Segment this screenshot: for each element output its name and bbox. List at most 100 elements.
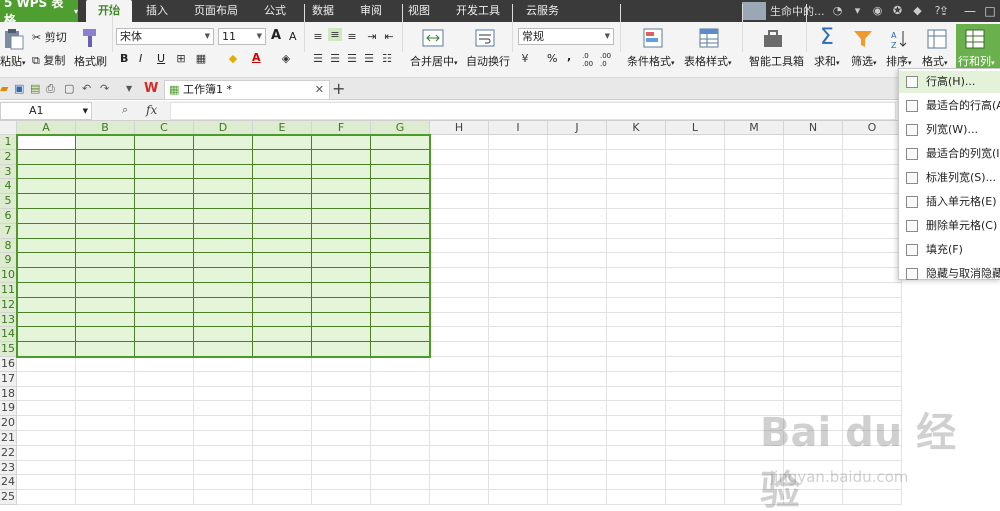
column-header-g[interactable]: G [371,121,430,135]
cell-d11[interactable] [194,283,253,298]
cell-f19[interactable] [312,401,371,417]
cell-j16[interactable] [548,357,607,372]
sort-button[interactable]: 排序▾ [886,53,912,69]
cell-j7[interactable] [548,223,607,239]
tab-data[interactable]: 数据 [300,0,346,22]
column-header-l[interactable]: L [666,121,725,135]
cell-g1[interactable] [371,135,430,150]
cell-h7[interactable] [430,223,489,239]
filter-button[interactable]: 筛选▾ [851,53,877,69]
cell-j25[interactable] [548,490,607,505]
cell-l10[interactable] [666,268,725,283]
cell-g3[interactable] [371,164,430,180]
cell-m10[interactable] [725,268,784,283]
align-top-icon[interactable]: ≡ [311,30,325,43]
decrease-decimal-button[interactable]: .00 .0 [600,52,614,68]
cell-f17[interactable] [312,371,371,387]
name-box[interactable]: A1 ▼ [0,102,92,120]
cell-d9[interactable] [194,253,253,269]
cell-d25[interactable] [194,490,253,505]
cell-c11[interactable] [135,283,194,298]
restore-icon[interactable]: ⇪ [934,2,954,20]
column-header-o[interactable]: O [843,121,902,135]
cell-n15[interactable] [784,342,843,357]
cell-h4[interactable] [430,179,489,195]
cell-f6[interactable] [312,209,371,224]
clock-icon[interactable]: ◔ [831,4,845,18]
cell-j11[interactable] [548,283,607,298]
cell-e23[interactable] [253,460,312,476]
cell-m12[interactable] [725,297,784,313]
cell-l24[interactable] [666,475,725,491]
cell-g24[interactable] [371,475,430,491]
column-header-e[interactable]: E [253,121,312,135]
cell-o1[interactable] [843,135,902,150]
align-left-icon[interactable]: ☰ [311,52,325,65]
cell-h8[interactable] [430,238,489,254]
cell-j8[interactable] [548,238,607,254]
cell-a20[interactable] [17,416,76,431]
cell-h1[interactable] [430,135,489,150]
cell-b4[interactable] [76,179,135,195]
cell-g6[interactable] [371,209,430,224]
column-header-n[interactable]: N [784,121,843,135]
indent-icon[interactable]: ⇥ [365,30,379,43]
cell-b13[interactable] [76,312,135,328]
cell-l20[interactable] [666,416,725,431]
row-header-19[interactable]: 19 [0,401,17,417]
cell-k19[interactable] [607,401,666,417]
cell-e11[interactable] [253,283,312,298]
cell-n14[interactable] [784,327,843,343]
insert-function-button[interactable]: fx [146,103,157,117]
cell-e25[interactable] [253,490,312,505]
cell-d21[interactable] [194,431,253,446]
cell-j19[interactable] [548,401,607,417]
cell-j2[interactable] [548,149,607,165]
cell-e17[interactable] [253,371,312,387]
cell-d5[interactable] [194,194,253,209]
cell-g17[interactable] [371,371,430,387]
column-header-b[interactable]: B [76,121,135,135]
cell-k25[interactable] [607,490,666,505]
cell-g10[interactable] [371,268,430,283]
cell-m14[interactable] [725,327,784,343]
cell-c1[interactable] [135,135,194,150]
cell-a11[interactable] [17,283,76,298]
cell-m7[interactable] [725,223,784,239]
cell-d1[interactable] [194,135,253,150]
cell-j24[interactable] [548,475,607,491]
cell-a9[interactable] [17,253,76,269]
cut-button[interactable]: ✂ 剪切 [32,29,67,45]
cell-e10[interactable] [253,268,312,283]
cell-c13[interactable] [135,312,194,328]
cell-j5[interactable] [548,194,607,209]
cell-k16[interactable] [607,357,666,372]
table-style-icon[interactable] [698,27,720,49]
cell-g5[interactable] [371,194,430,209]
cell-n8[interactable] [784,238,843,254]
cell-m1[interactable] [725,135,784,150]
format-painter-icon[interactable] [80,27,102,49]
conditional-format-button[interactable]: 条件格式▾ [627,53,675,69]
column-header-a[interactable]: A [17,121,76,135]
cell-f23[interactable] [312,460,371,476]
row-header-20[interactable]: 20 [0,416,17,431]
cell-d7[interactable] [194,223,253,239]
undo-icon[interactable]: ↶ [82,82,91,95]
cell-k7[interactable] [607,223,666,239]
cell-j21[interactable] [548,431,607,446]
cell-m17[interactable] [725,371,784,387]
cell-l11[interactable] [666,283,725,298]
cell-i24[interactable] [489,475,548,491]
cell-h6[interactable] [430,209,489,224]
cell-n3[interactable] [784,164,843,180]
cell-k2[interactable] [607,149,666,165]
cell-a19[interactable] [17,401,76,417]
share-icon[interactable]: ◆ [911,4,925,18]
cell-f22[interactable] [312,445,371,461]
currency-icon[interactable]: ¥ [518,52,532,65]
cell-h5[interactable] [430,194,489,209]
cell-d8[interactable] [194,238,253,254]
cell-e22[interactable] [253,445,312,461]
number-format-select[interactable]: 常规 ▼ [518,28,614,45]
